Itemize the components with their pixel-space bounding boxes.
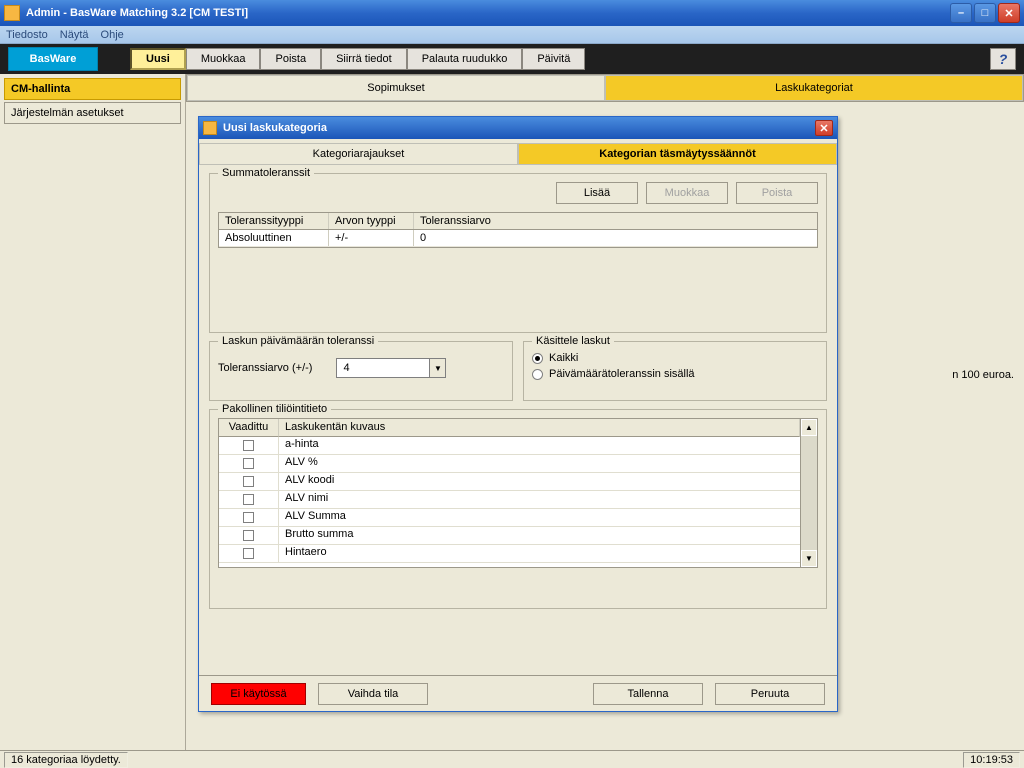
dialog-tab-rules[interactable]: Kategorian täsmäytyssäännöt: [518, 143, 837, 165]
acct-checkbox[interactable]: [243, 494, 254, 505]
menu-view[interactable]: Näytä: [60, 29, 89, 41]
sum-row-value: 0: [414, 230, 817, 246]
acct-row[interactable]: Hintaero: [219, 545, 800, 563]
statusbar-clock: 10:19:53: [963, 752, 1020, 768]
radio-all[interactable]: [532, 353, 543, 364]
group-sum-tolerances: Summatoleranssit Lisää Muokkaa Poista To…: [209, 173, 827, 333]
acct-checkbox[interactable]: [243, 476, 254, 487]
acct-table: Vaadittu Laskukentän kuvaus a-hinta ALV …: [218, 418, 818, 568]
acct-row-label: ALV %: [279, 455, 800, 472]
toolbar-new-button[interactable]: Uusi: [130, 48, 186, 70]
dialog-tabs: Kategoriarajaukset Kategorian täsmäytyss…: [199, 139, 837, 165]
radio-inside-label: Päivämäärätoleranssin sisällä: [549, 368, 695, 380]
toolbar-delete-button[interactable]: Poista: [260, 48, 321, 70]
acct-header-desc[interactable]: Laskukentän kuvaus: [279, 419, 800, 437]
group-acct-legend: Pakollinen tiliöintitieto: [218, 403, 331, 415]
main-tabs: Sopimukset Laskukategoriat: [186, 74, 1024, 102]
acct-checkbox[interactable]: [243, 548, 254, 559]
sidebar-item-cm-hallinta[interactable]: CM-hallinta: [4, 78, 181, 100]
window-titlebar: Admin - BasWare Matching 3.2 [CM TESTI] …: [0, 0, 1024, 26]
dialog-icon: [203, 121, 217, 135]
menu-file[interactable]: Tiedosto: [6, 29, 48, 41]
acct-row-label: ALV Summa: [279, 509, 800, 526]
acct-row[interactable]: ALV koodi: [219, 473, 800, 491]
toolbar-help-button[interactable]: ?: [990, 48, 1016, 70]
sum-header-valuetype[interactable]: Arvon tyyppi: [329, 213, 414, 229]
group-date-legend: Laskun päivämäärän toleranssi: [218, 335, 378, 347]
group-required-accounting: Pakollinen tiliöintitieto Vaadittu Lasku…: [209, 409, 827, 609]
scroll-up-icon[interactable]: ▲: [801, 419, 817, 436]
cancel-button[interactable]: Peruuta: [715, 683, 825, 705]
minimize-button[interactable]: –: [950, 3, 972, 23]
sum-table-row[interactable]: Absoluuttinen +/- 0: [219, 230, 817, 247]
acct-row-label: Hintaero: [279, 545, 800, 562]
menubar: Tiedosto Näytä Ohje: [0, 26, 1024, 44]
group-sum-legend: Summatoleranssit: [218, 167, 314, 179]
dialog-titlebar: Uusi laskukategoria ✕: [199, 117, 837, 139]
tab-laskukategoriat[interactable]: Laskukategoriat: [605, 75, 1023, 101]
dialog-footer: Ei käytössä Vaihda tila Tallenna Peruuta: [199, 675, 837, 711]
dialog-close-button[interactable]: ✕: [815, 120, 833, 136]
date-tolerance-combo[interactable]: 4 ▼: [336, 358, 446, 378]
chevron-down-icon: ▼: [429, 359, 445, 377]
statusbar: 16 kategoriaa löydetty. 10:19:53: [0, 750, 1024, 768]
dialog-tab-constraints[interactable]: Kategoriarajaukset: [199, 143, 518, 165]
dialog-title: Uusi laskukategoria: [223, 122, 815, 134]
app-icon: [4, 5, 20, 21]
acct-header-required[interactable]: Vaadittu: [219, 419, 279, 437]
acct-row-label: ALV koodi: [279, 473, 800, 490]
acct-row[interactable]: ALV nimi: [219, 491, 800, 509]
sum-delete-button[interactable]: Poista: [736, 182, 818, 204]
group-date-tolerance: Laskun päivämäärän toleranssi Toleranssi…: [209, 341, 513, 401]
menu-help[interactable]: Ohje: [101, 29, 124, 41]
sidebar: CM-hallinta Järjestelmän asetukset: [0, 74, 186, 750]
window-title: Admin - BasWare Matching 3.2 [CM TESTI]: [26, 7, 950, 19]
sum-tolerance-table: Toleranssityyppi Arvon tyyppi Toleranssi…: [218, 212, 818, 248]
acct-row[interactable]: ALV %: [219, 455, 800, 473]
date-tolerance-label: Toleranssiarvo (+/-): [218, 362, 312, 374]
statusbar-left: 16 kategoriaa löydetty.: [4, 752, 128, 768]
sum-header-type[interactable]: Toleranssityyppi: [219, 213, 329, 229]
scroll-track[interactable]: [801, 436, 817, 550]
group-handle-invoices: Käsittele laskut Kaikki Päivämäärätolera…: [523, 341, 827, 401]
acct-row[interactable]: Brutto summa: [219, 527, 800, 545]
change-state-button[interactable]: Vaihda tila: [318, 683, 428, 705]
sidebar-item-settings[interactable]: Järjestelmän asetukset: [4, 102, 181, 124]
group-handle-legend: Käsittele laskut: [532, 335, 614, 347]
acct-row[interactable]: a-hinta: [219, 437, 800, 455]
acct-row-label: ALV nimi: [279, 491, 800, 508]
toolbar-transfer-button[interactable]: Siirrä tiedot: [321, 48, 407, 70]
sum-row-type: Absoluuttinen: [219, 230, 329, 246]
scroll-down-icon[interactable]: ▼: [801, 550, 817, 567]
acct-scrollbar[interactable]: ▲ ▼: [800, 419, 817, 567]
toolbar-refresh-button[interactable]: Päivitä: [522, 48, 585, 70]
acct-checkbox[interactable]: [243, 512, 254, 523]
acct-row-label: a-hinta: [279, 437, 800, 454]
acct-checkbox[interactable]: [243, 530, 254, 541]
tab-sopimukset[interactable]: Sopimukset: [187, 75, 605, 101]
dialog-new-invoice-category: Uusi laskukategoria ✕ Kategoriarajaukset…: [198, 116, 838, 712]
radio-inside-tolerance[interactable]: [532, 369, 543, 380]
sum-header-value[interactable]: Toleranssiarvo: [414, 213, 817, 229]
status-chip: Ei käytössä: [211, 683, 306, 705]
sum-add-button[interactable]: Lisää: [556, 182, 638, 204]
toolbar: BasWare Uusi Muokkaa Poista Siirrä tiedo…: [0, 44, 1024, 74]
sum-row-valuetype: +/-: [329, 230, 414, 246]
sum-edit-button[interactable]: Muokkaa: [646, 182, 728, 204]
maximize-button[interactable]: □: [974, 3, 996, 23]
brand-logo: BasWare: [8, 47, 98, 71]
date-tolerance-value: 4: [337, 362, 429, 374]
background-row-text: n 100 euroa.: [952, 369, 1014, 381]
acct-checkbox[interactable]: [243, 440, 254, 451]
acct-row[interactable]: ALV Summa: [219, 509, 800, 527]
toolbar-restoregrid-button[interactable]: Palauta ruudukko: [407, 48, 523, 70]
acct-checkbox[interactable]: [243, 458, 254, 469]
save-button[interactable]: Tallenna: [593, 683, 703, 705]
acct-row-label: Brutto summa: [279, 527, 800, 544]
close-button[interactable]: ✕: [998, 3, 1020, 23]
toolbar-edit-button[interactable]: Muokkaa: [186, 48, 261, 70]
radio-all-label: Kaikki: [549, 352, 578, 364]
